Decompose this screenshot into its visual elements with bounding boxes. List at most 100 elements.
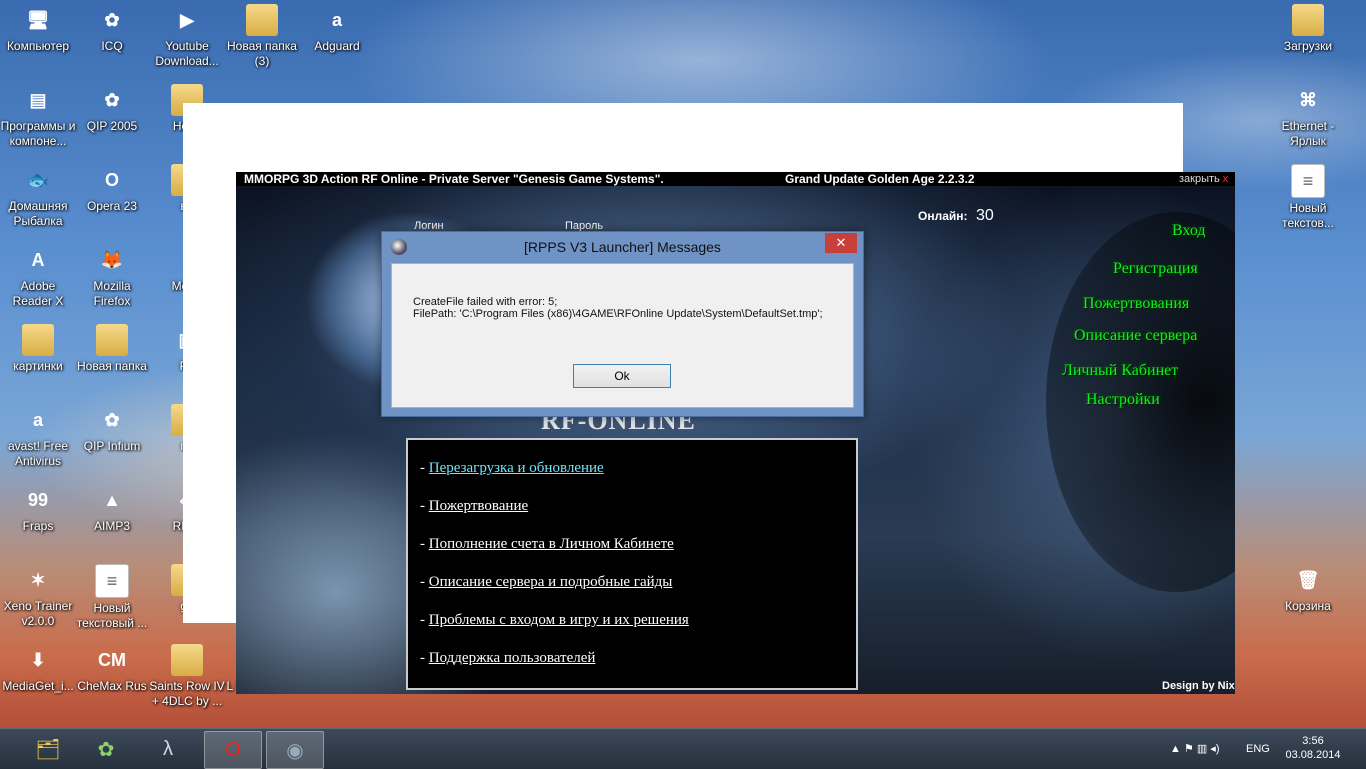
desktop-icon[interactable]: ✿ QIP Infium xyxy=(74,404,150,454)
news-item: - Поддержка пользователей xyxy=(420,650,596,666)
app-lambda-icon: λ xyxy=(163,737,173,760)
launcher-title-bar[interactable]: MMORPG 3D Action RF Online - Private Ser… xyxy=(236,172,1235,186)
clock[interactable]: 3:56 03.08.2014 xyxy=(1278,734,1348,762)
desktop-icon[interactable]: a avast! Free Antivirus xyxy=(0,404,76,469)
menu-server-description[interactable]: Описание сервера xyxy=(1074,327,1197,345)
desktop-icon[interactable]: Новая папка xyxy=(74,324,150,374)
language-indicator[interactable]: ENG xyxy=(1246,743,1270,755)
desktop-icon[interactable]: ✿ QIP 2005 xyxy=(74,84,150,134)
opera-icon: O xyxy=(225,738,241,761)
desktop-icon[interactable]: Загрузки xyxy=(1270,4,1346,54)
desktop-icon-label: Youtube Download... xyxy=(155,39,219,68)
desktop-icon[interactable]: картинки xyxy=(0,324,76,374)
desktop-icon[interactable]: Новая папка (3) xyxy=(224,4,300,69)
folder-icon xyxy=(246,4,278,36)
design-credit: Design by Nix xyxy=(1162,680,1235,692)
desktop-icon[interactable]: ≡ Новый текстов... xyxy=(1270,164,1346,231)
dialog-body: CreateFile failed with error: 5; FilePat… xyxy=(391,263,854,408)
app-icon: ⌘ xyxy=(1299,89,1317,110)
clock-date: 03.08.2014 xyxy=(1285,749,1341,761)
desktop-icon-label: картинки xyxy=(13,359,63,373)
app-icon: 99 xyxy=(27,489,49,510)
app-icon: ✿ xyxy=(104,89,120,110)
taskbar-app-qip[interactable]: ✿ xyxy=(78,731,134,767)
desktop-icon[interactable]: a Adguard xyxy=(299,4,375,54)
taskbar-app-rf-launcher[interactable]: ◉ xyxy=(266,731,324,769)
news-item: - Проблемы с входом в игру и их решения xyxy=(420,612,689,628)
news-link-guides[interactable]: Описание сервера и подробные гайды xyxy=(429,574,673,590)
close-icon[interactable]: x xyxy=(1223,173,1229,185)
news-link-login-problems[interactable]: Проблемы с входом в игру и их решения xyxy=(429,612,689,628)
menu-personal-cabinet[interactable]: Личный Кабинет xyxy=(1062,362,1178,380)
desktop-icon[interactable]: ▤ Программы и компоне... xyxy=(0,84,76,149)
desktop-icon-label: Opera 23 xyxy=(86,199,138,213)
desktop-icon-label: Новый текстовый ... xyxy=(76,601,148,630)
taskbar-app-file-explorer[interactable]: 🗂 xyxy=(20,731,76,767)
news-panel: - Перезагрузка и обновление - Пожертвова… xyxy=(406,438,858,690)
desktop-icon[interactable]: 99 Fraps xyxy=(0,484,76,534)
desktop-icon-label: Новый текстов... xyxy=(1282,201,1334,230)
desktop-icon[interactable]: ⌘ Ethernet - Ярлык xyxy=(1270,84,1346,149)
menu-donations[interactable]: Пожертвования xyxy=(1083,295,1189,313)
desktop-icon-label: Mozilla Firefox xyxy=(93,279,131,308)
desktop-icon-label: Adobe Reader X xyxy=(12,279,64,308)
desktop-icon[interactable]: ✶ Xeno Trainer v2.0.0 xyxy=(0,564,76,629)
desktop-icon-label: Загрузки xyxy=(1283,39,1333,53)
desktop-icon[interactable]: O Opera 23 xyxy=(74,164,150,214)
desktop-icon[interactable]: ▲ AIMP3 xyxy=(74,484,150,534)
dialog-message: CreateFile failed with error: 5; FilePat… xyxy=(413,296,823,320)
desktop-icon-label: MediaGet_i... xyxy=(2,679,74,693)
desktop-icon-label: QIP 2005 xyxy=(86,119,138,133)
taskbar-app-opera[interactable]: O xyxy=(204,731,262,769)
desktop-icon[interactable]: CM CheMax Rus xyxy=(74,644,150,694)
desktop-icon-label: Новая папка xyxy=(77,359,147,373)
error-dialog[interactable]: [RPPS V3 Launcher] Messages ✕ CreateFile… xyxy=(381,231,864,417)
app-icon: a xyxy=(32,409,43,430)
desktop-icon[interactable]: 🦊 Mozilla Firefox xyxy=(74,244,150,309)
desktop-icon-label: avast! Free Antivirus xyxy=(7,439,69,468)
desktop-icon[interactable]: 🖥 Компьютер xyxy=(0,4,76,54)
desktop-icon[interactable]: ≡ Новый текстовый ... xyxy=(74,564,150,631)
desktop-icon[interactable]: A Adobe Reader X xyxy=(0,244,76,309)
desktop-icon-label: Xeno Trainer v2.0.0 xyxy=(3,599,73,628)
ok-button[interactable]: Ok xyxy=(573,364,671,388)
launcher-close-button[interactable]: закрыть x xyxy=(1179,172,1228,186)
news-link-account-topup[interactable]: Пополнение счета в Личном Кабинете xyxy=(429,536,674,552)
menu-register[interactable]: Регистрация xyxy=(1113,260,1198,278)
app-icon: a xyxy=(331,9,342,30)
message-line: FilePath: 'C:\Program Files (x86)\4GAME\… xyxy=(413,308,823,320)
app-icon: ▲ xyxy=(103,489,121,510)
launcher-version: Grand Update Golden Age 2.2.3.2 xyxy=(785,172,975,186)
news-link-update[interactable]: Перезагрузка и обновление xyxy=(429,460,604,476)
menu-settings[interactable]: Настройки xyxy=(1086,391,1160,409)
news-item: - Описание сервера и подробные гайды xyxy=(420,574,673,590)
desktop-icon-label: Компьютер xyxy=(6,39,70,53)
news-link-donation[interactable]: Пожертвование xyxy=(429,498,528,514)
desktop-icon-label: AIMP3 xyxy=(93,519,130,533)
news-link-support[interactable]: Поддержка пользователей xyxy=(429,650,596,666)
menu-login[interactable]: Вход xyxy=(1172,222,1206,240)
app-icon: ▶ xyxy=(180,9,194,30)
desktop-icon[interactable]: 🗑 Корзина xyxy=(1270,564,1346,614)
app-icon: 🗑 xyxy=(1296,569,1320,590)
desktop-icon[interactable]: 🐟 Домашняя Рыбалка xyxy=(0,164,76,229)
desktop-icon-label: Ethernet - Ярлык xyxy=(1281,119,1335,148)
desktop-icon-label: Новая папка (3) xyxy=(227,39,297,68)
desktop-icon[interactable]: ▶ Youtube Download... xyxy=(149,4,225,69)
document-icon: ≡ xyxy=(95,564,129,598)
desktop-icon-label: Домашняя Рыбалка xyxy=(8,199,68,228)
desktop-icon-label: Adguard xyxy=(314,39,360,53)
taskbar-app-app-lambda[interactable]: λ xyxy=(140,731,196,767)
app-icon: 🐟 xyxy=(26,169,50,190)
online-label: Онлайн: xyxy=(918,209,968,223)
desktop-icon[interactable]: ✿ ICQ xyxy=(74,4,150,54)
system-tray-icons[interactable]: ▲ ⚑ ▥ ◂) xyxy=(1170,742,1220,755)
app-icon: A xyxy=(31,249,45,270)
desktop-icon[interactable]: Saints Row IV + 4DLC by ... xyxy=(149,644,225,709)
folder-icon xyxy=(96,324,128,356)
app-icon: ✿ xyxy=(104,409,120,430)
desktop-icon-label: Fraps xyxy=(22,519,54,533)
desktop-icon-label: QIP Infium xyxy=(83,439,141,453)
dialog-close-button[interactable]: ✕ xyxy=(825,233,857,253)
desktop-icon[interactable]: ⬇ MediaGet_i... xyxy=(0,644,76,694)
